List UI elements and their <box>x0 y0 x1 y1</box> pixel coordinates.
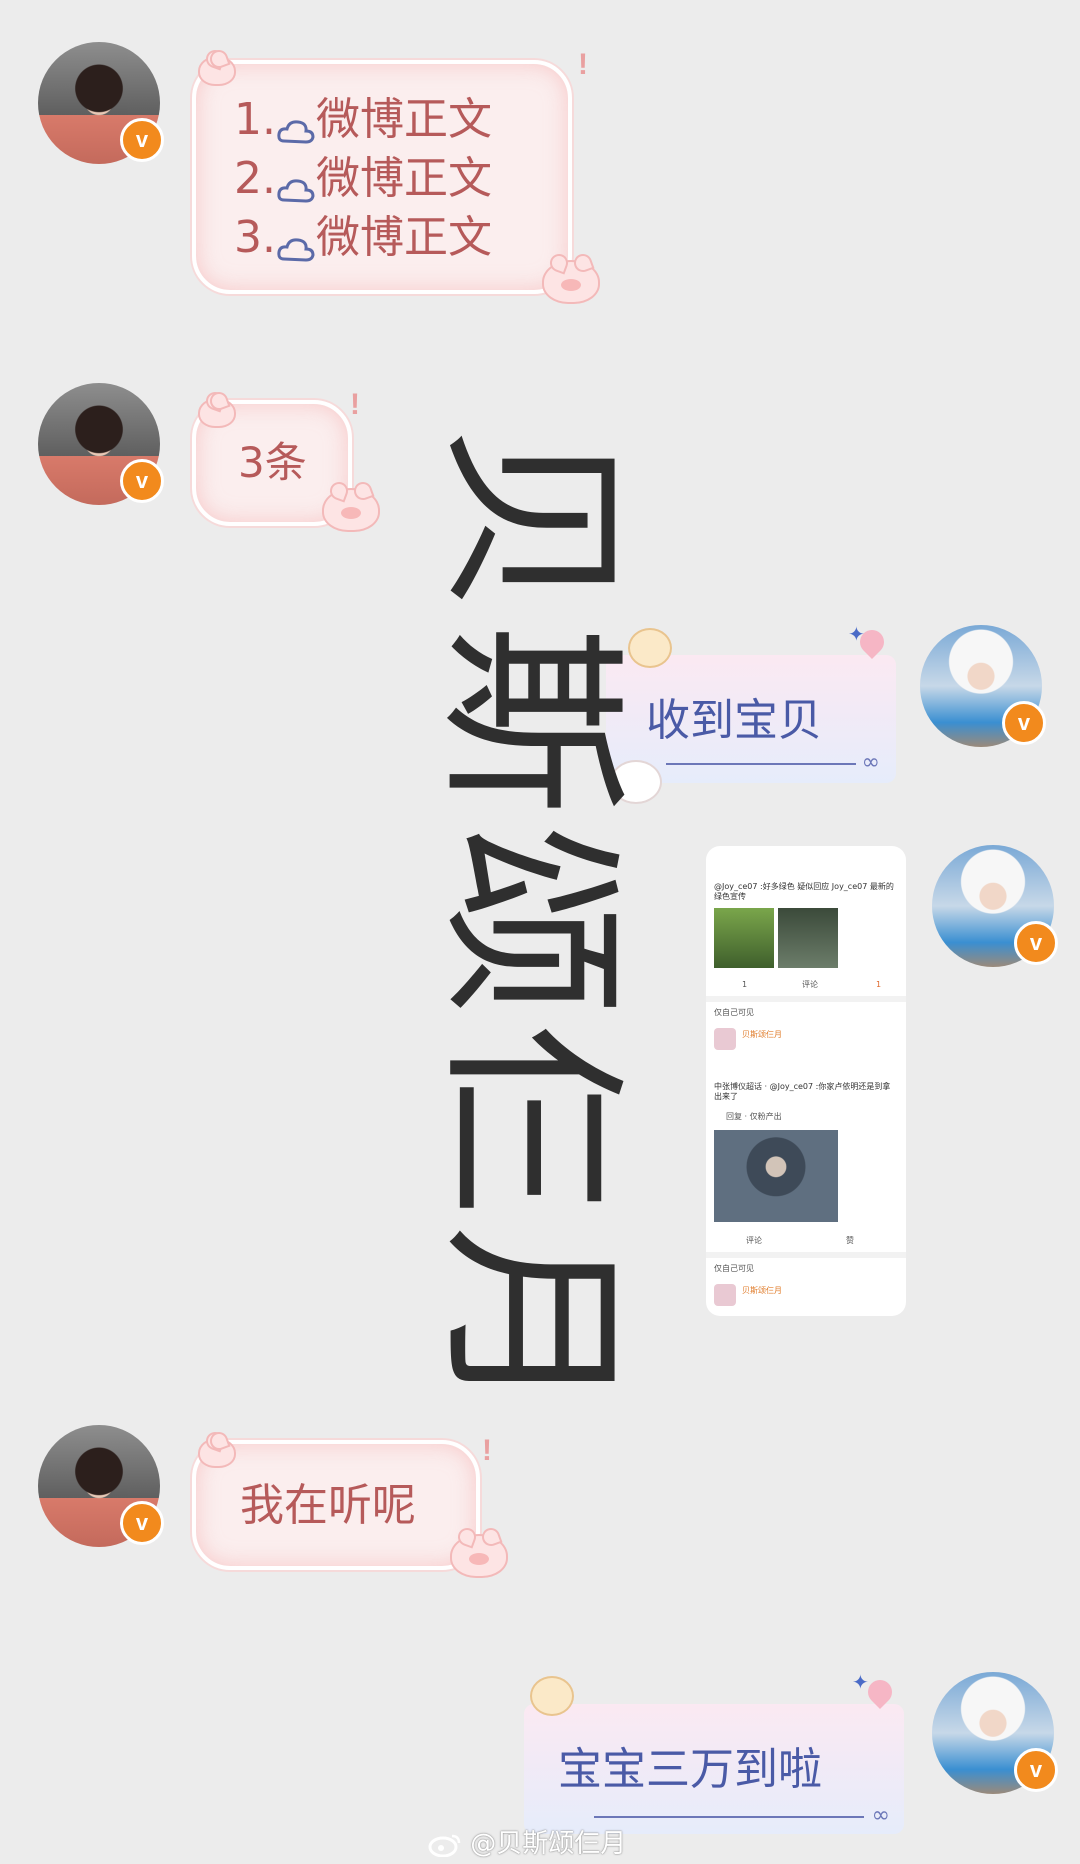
shot-username: 贝斯颂仨月 <box>742 1286 782 1295</box>
weibo-watermark-text: @贝斯颂仨月 <box>470 1829 627 1859</box>
watermark-char: 月 <box>420 1224 641 1415</box>
bow-icon: ∞ <box>861 750 880 775</box>
verified-badge-icon: v <box>1002 701 1046 745</box>
pig-sticker-icon <box>198 398 236 428</box>
avatar-left-2[interactable]: v <box>38 383 164 505</box>
ribbon-line <box>594 1816 864 1818</box>
shot-visibility: 仅自己可见 <box>714 1264 754 1273</box>
cloud-icon <box>276 225 316 262</box>
list-number: 3. <box>234 212 276 263</box>
list-text: 微博正文 <box>315 94 492 145</box>
verified-badge-icon: v <box>120 459 164 503</box>
message-text: 宝宝三万到啦 <box>558 1744 822 1795</box>
shot-post2-like: 赞 <box>846 1236 854 1245</box>
sparkle-icon: ✦ <box>852 1670 869 1694</box>
watermark-char: 斯 <box>420 624 641 815</box>
exclamation-icon: ! <box>482 1434 492 1467</box>
shot-user-avatar <box>714 1028 736 1050</box>
shot-photo-3 <box>714 1130 838 1222</box>
shot-photo-2 <box>778 908 838 968</box>
cloud-icon <box>276 166 316 203</box>
list-line-1: 1. 微博正文 <box>234 94 492 146</box>
bow-icon: ∞ <box>871 1803 890 1828</box>
weibo-watermark: @贝斯颂仨月 <box>428 1823 626 1860</box>
watermark-char: 仨 <box>420 1024 641 1215</box>
avatar-right-3[interactable]: v <box>932 1672 1058 1794</box>
shot-post2-comment: 评论 <box>746 1236 762 1245</box>
shot-visibility: 仅自己可见 <box>714 1008 754 1017</box>
shot-post1-comment: 评论 <box>802 980 818 989</box>
list-text: 微博正文 <box>315 153 492 204</box>
shot-post2-tag: 回复 · 仅粉产出 <box>726 1112 782 1121</box>
cloud-icon <box>276 107 316 144</box>
avatar-left-1[interactable]: v <box>38 42 164 164</box>
ribbon-line <box>666 763 856 765</box>
shot-user-avatar <box>714 1284 736 1306</box>
shot-post1-text: @Joy_ce07 :好多绿色 疑似回应 Joy_ce07 最新的绿色宣传 <box>714 882 894 901</box>
message-text: 收到宝贝 <box>646 695 822 746</box>
avatar-right-2[interactable]: v <box>932 845 1058 967</box>
shot-divider <box>706 996 906 1002</box>
message-bubble-1[interactable]: 1. 微博正文 2. 微博正文 3. 微博正文 <box>192 60 572 294</box>
pig-sticker-icon <box>542 260 600 304</box>
exclamation-icon: ! <box>350 388 360 421</box>
avatar-right-1[interactable]: v <box>920 625 1046 747</box>
embedded-screenshot[interactable]: @Joy_ce07 :好多绿色 疑似回应 Joy_ce07 最新的绿色宣传 1 … <box>706 846 906 1316</box>
sparkle-icon: ✦ <box>848 622 865 646</box>
list-number: 2. <box>234 153 276 204</box>
list-number: 1. <box>234 94 276 145</box>
pig-sticker-icon <box>450 1534 508 1578</box>
verified-badge-icon: v <box>120 1501 164 1545</box>
verified-badge-icon: v <box>1014 921 1058 965</box>
shot-divider <box>706 1252 906 1258</box>
list-text: 微博正文 <box>315 212 492 263</box>
list-line-3: 3. 微博正文 <box>234 212 492 264</box>
verified-badge-icon: v <box>1014 1748 1058 1792</box>
message-text: 我在听呢 <box>240 1480 416 1531</box>
bunny-sticker-icon <box>530 1676 574 1716</box>
verified-badge-icon: v <box>120 118 164 162</box>
message-bubble-5[interactable]: 宝宝三万到啦 ∞ <box>524 1704 904 1834</box>
exclamation-icon: ! <box>578 48 588 81</box>
avatar-left-3[interactable]: v <box>38 1425 164 1547</box>
watermark-char: 颂 <box>420 824 641 1015</box>
pig-sticker-icon <box>198 56 236 86</box>
shot-photo-1 <box>714 908 774 968</box>
shot-post2-text: 中张博仪超话 · @Joy_ce07 :你家卢依明还是到拿出来了 <box>714 1082 891 1101</box>
watermark-text: 贝 斯 颂 仨 月 <box>420 420 641 1420</box>
shot-post1-share-count: 1 <box>742 980 748 989</box>
message-text: 3条 <box>238 438 307 487</box>
shot-username: 贝斯颂仨月 <box>742 1030 782 1039</box>
pig-sticker-icon <box>322 488 380 532</box>
list-line-2: 2. 微博正文 <box>234 153 492 205</box>
message-bubble-4[interactable]: 我在听呢 <box>192 1440 480 1570</box>
shot-post1-like-count: 1 <box>876 980 882 989</box>
pig-sticker-icon <box>198 1438 236 1468</box>
watermark-char: 贝 <box>420 424 641 615</box>
weibo-logo-icon <box>428 1833 462 1857</box>
